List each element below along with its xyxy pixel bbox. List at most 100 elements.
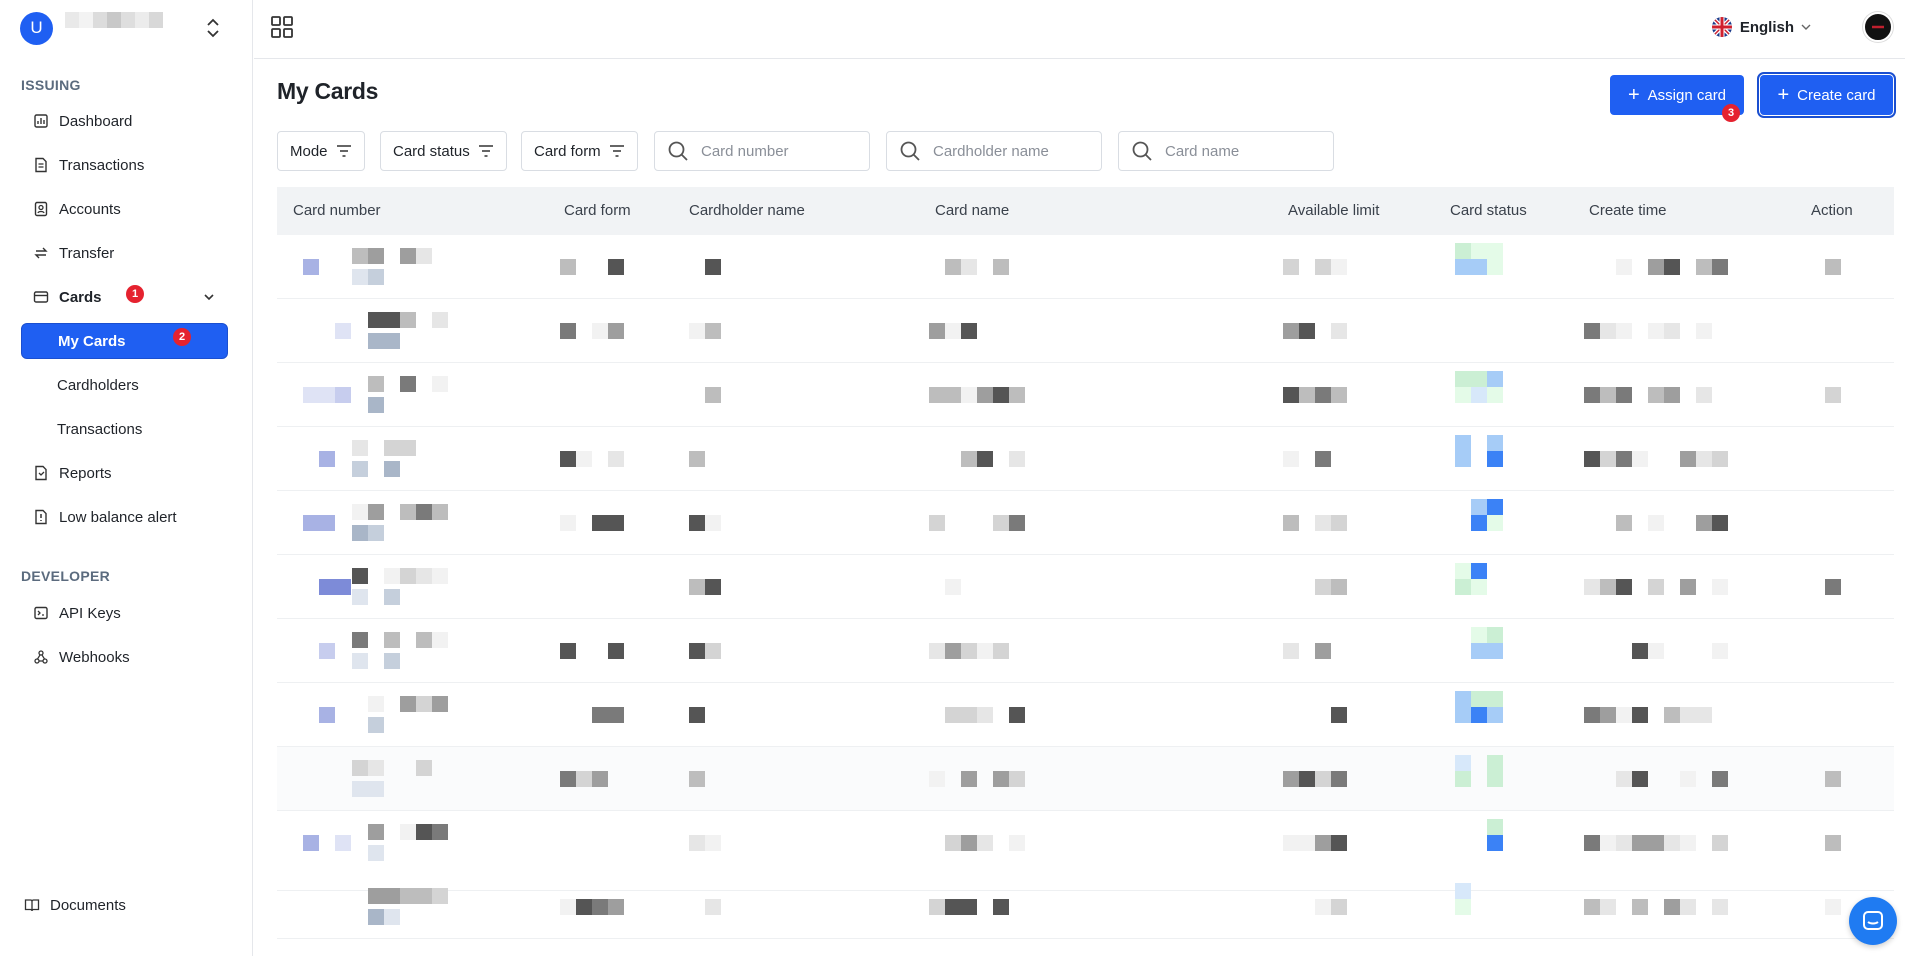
redacted-pixel bbox=[400, 248, 416, 264]
redacted-pixel bbox=[416, 824, 432, 840]
table-row[interactable] bbox=[277, 747, 1894, 811]
redacted-pixel bbox=[416, 568, 432, 584]
redacted-pixel bbox=[400, 568, 416, 584]
redacted-pixel bbox=[1315, 451, 1331, 467]
table-row[interactable] bbox=[277, 555, 1894, 619]
create-card-button[interactable]: + Create card bbox=[1757, 72, 1896, 118]
sidebar-item-low-balance-alert[interactable]: Low balance alert bbox=[21, 499, 228, 535]
sidebar-item-accounts[interactable]: Accounts bbox=[21, 191, 228, 227]
redacted-pixel bbox=[1648, 387, 1664, 403]
chevron-updown-icon[interactable] bbox=[206, 17, 220, 39]
card-status-filter[interactable]: Card status bbox=[380, 131, 507, 171]
redacted-pixel bbox=[1009, 771, 1025, 787]
redacted-pixel bbox=[1664, 707, 1680, 723]
dashboard-icon bbox=[33, 113, 49, 129]
redacted-pixel bbox=[705, 259, 721, 275]
redacted-pixel bbox=[1680, 579, 1696, 595]
redacted-pixel bbox=[961, 707, 977, 723]
redacted-pixel bbox=[993, 387, 1009, 403]
sidebar-item-transactions[interactable]: Transactions bbox=[21, 147, 228, 183]
sidebar-item-label: My Cards bbox=[58, 332, 126, 350]
redacted-pixel bbox=[1680, 771, 1696, 787]
sidebar-item-api-keys[interactable]: API Keys bbox=[21, 595, 228, 631]
redacted-pixel bbox=[1584, 899, 1600, 915]
table-row[interactable] bbox=[277, 875, 1894, 939]
redacted-pixel bbox=[576, 899, 592, 915]
sidebar-item-my-cards[interactable]: My Cards bbox=[21, 323, 228, 359]
redacted-pixel bbox=[1315, 899, 1331, 915]
redacted-pixel bbox=[929, 899, 945, 915]
redacted-pixel bbox=[1331, 515, 1347, 531]
cardholder-name-input[interactable] bbox=[933, 142, 1093, 160]
redacted-pixel bbox=[1283, 259, 1299, 275]
redacted-pixel bbox=[352, 525, 368, 541]
redacted-pixel bbox=[1632, 707, 1648, 723]
redacted-pixel bbox=[1283, 643, 1299, 659]
redacted-pixel bbox=[592, 707, 608, 723]
sidebar-item-documents[interactable]: Documents bbox=[12, 887, 219, 923]
redacted-pixel bbox=[1455, 259, 1471, 275]
table-row[interactable] bbox=[277, 683, 1894, 747]
key-icon bbox=[33, 605, 49, 621]
redacted-pixel bbox=[319, 643, 335, 659]
table-row[interactable] bbox=[277, 363, 1894, 427]
redacted-pixel bbox=[1825, 259, 1841, 275]
apps-grid-icon[interactable] bbox=[271, 16, 293, 38]
chevron-down-icon[interactable] bbox=[202, 290, 216, 304]
redacted-pixel bbox=[1487, 451, 1503, 467]
redacted-pixel bbox=[352, 461, 368, 477]
org-switcher[interactable]: U bbox=[20, 11, 240, 45]
redacted-pixel bbox=[1455, 579, 1471, 595]
receipt-icon bbox=[33, 157, 49, 173]
sidebar-item-webhooks[interactable]: Webhooks bbox=[21, 639, 228, 675]
redacted-pixel bbox=[368, 397, 384, 413]
sidebar-item-cardholders[interactable]: Cardholders bbox=[21, 367, 228, 403]
sidebar-item-dashboard[interactable]: Dashboard bbox=[21, 103, 228, 139]
redacted-pixel bbox=[945, 323, 961, 339]
language-selector[interactable]: English bbox=[1711, 16, 1812, 38]
redacted-pixel bbox=[1712, 835, 1728, 851]
redacted-pixel bbox=[432, 632, 448, 648]
redacted-pixel bbox=[689, 643, 705, 659]
sidebar-item-reports[interactable]: Reports bbox=[21, 455, 228, 491]
transfer-icon bbox=[33, 245, 49, 261]
redacted-pixel bbox=[689, 835, 705, 851]
redacted-pixel bbox=[1616, 835, 1632, 851]
column-header: Card status bbox=[1450, 202, 1527, 219]
table-row[interactable] bbox=[277, 619, 1894, 683]
chat-button[interactable] bbox=[1849, 897, 1897, 945]
cardholder-search[interactable] bbox=[886, 131, 1102, 171]
redacted-pixel bbox=[368, 312, 384, 328]
redacted-pixel bbox=[1009, 515, 1025, 531]
sidebar-item-card-transactions[interactable]: Transactions bbox=[21, 411, 228, 447]
table-row[interactable] bbox=[277, 299, 1894, 363]
card-name-input[interactable] bbox=[1165, 142, 1325, 160]
redacted-pixel bbox=[400, 376, 416, 392]
card-number-input[interactable] bbox=[701, 142, 861, 160]
sidebar-item-cards[interactable]: Cards bbox=[21, 279, 228, 315]
card-name-search[interactable] bbox=[1118, 131, 1334, 171]
redacted-pixel bbox=[929, 323, 945, 339]
redacted-pixel bbox=[368, 525, 384, 541]
redacted-pixel bbox=[1471, 387, 1487, 403]
card-icon bbox=[33, 289, 49, 305]
table-row[interactable] bbox=[277, 491, 1894, 555]
table-row[interactable] bbox=[277, 235, 1894, 299]
redacted-pixel bbox=[1712, 771, 1728, 787]
redacted-pixel bbox=[1455, 435, 1471, 451]
card-number-search[interactable] bbox=[654, 131, 870, 171]
redacted-pixel bbox=[368, 376, 384, 392]
card-form-filter[interactable]: Card form bbox=[521, 131, 638, 171]
user-avatar[interactable] bbox=[1863, 12, 1893, 42]
redacted-pixel bbox=[1009, 835, 1025, 851]
sidebar-item-transfer[interactable]: Transfer bbox=[21, 235, 228, 271]
redacted-pixel bbox=[1487, 387, 1503, 403]
mode-filter[interactable]: Mode bbox=[277, 131, 365, 171]
redacted-pixel bbox=[689, 579, 705, 595]
redacted-pixel bbox=[319, 707, 335, 723]
redacted-pixel bbox=[592, 899, 608, 915]
table-row[interactable] bbox=[277, 427, 1894, 491]
redacted-pixel bbox=[1487, 499, 1503, 515]
redacted-pixel bbox=[1632, 771, 1648, 787]
chat-icon bbox=[1863, 911, 1883, 930]
